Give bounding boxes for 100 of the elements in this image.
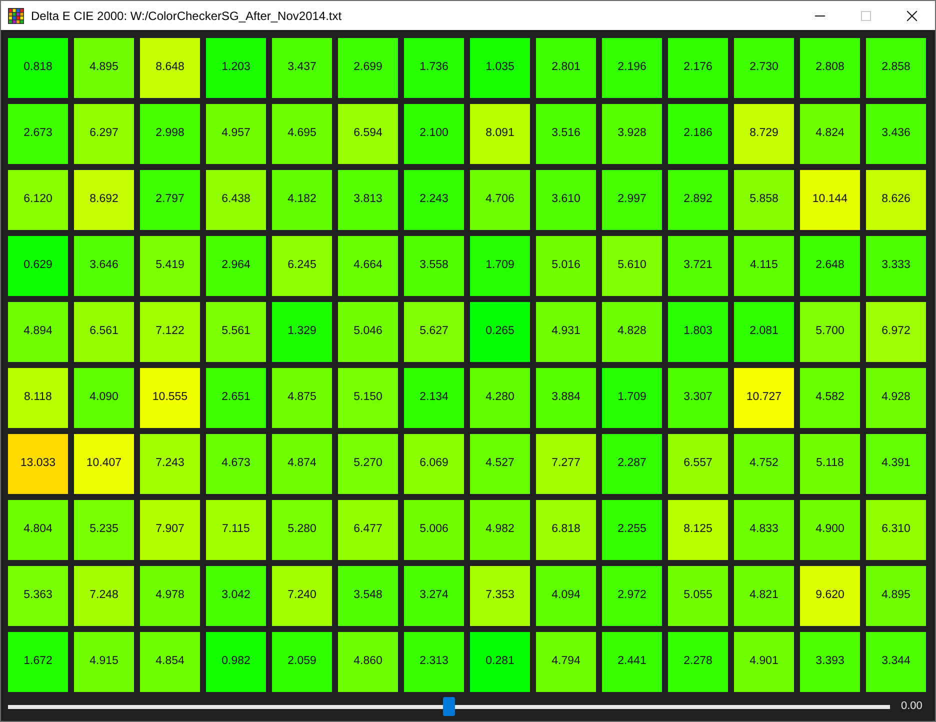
color-patch: 8.125 bbox=[668, 500, 728, 560]
color-patch: 4.978 bbox=[140, 566, 200, 626]
color-patch: 4.928 bbox=[866, 368, 926, 428]
color-patch: 6.069 bbox=[404, 434, 464, 494]
color-patch: 5.046 bbox=[338, 302, 398, 362]
color-patch: 2.243 bbox=[404, 170, 464, 230]
color-patch: 4.115 bbox=[734, 236, 794, 296]
color-patch: 2.998 bbox=[140, 104, 200, 164]
color-patch: 1.736 bbox=[404, 38, 464, 98]
color-patch: 4.695 bbox=[272, 104, 332, 164]
color-patch: 4.901 bbox=[734, 632, 794, 692]
color-patch: 4.895 bbox=[866, 566, 926, 626]
color-patch: 0.982 bbox=[206, 632, 266, 692]
color-patch: 8.091 bbox=[470, 104, 530, 164]
color-patch: 5.858 bbox=[734, 170, 794, 230]
color-patch: 2.651 bbox=[206, 368, 266, 428]
color-patch: 2.801 bbox=[536, 38, 596, 98]
color-patch: 13.033 bbox=[8, 434, 68, 494]
color-patch: 2.134 bbox=[404, 368, 464, 428]
color-patch: 2.313 bbox=[404, 632, 464, 692]
color-patch: 4.582 bbox=[800, 368, 860, 428]
color-patch: 4.931 bbox=[536, 302, 596, 362]
color-patch: 3.928 bbox=[602, 104, 662, 164]
color-patch: 4.673 bbox=[206, 434, 266, 494]
color-patch: 6.972 bbox=[866, 302, 926, 362]
color-patch: 6.297 bbox=[74, 104, 134, 164]
color-patch: 9.620 bbox=[800, 566, 860, 626]
color-patch: 4.391 bbox=[866, 434, 926, 494]
color-patch: 5.419 bbox=[140, 236, 200, 296]
color-patch: 2.964 bbox=[206, 236, 266, 296]
color-patch: 4.090 bbox=[74, 368, 134, 428]
color-patch: 5.055 bbox=[668, 566, 728, 626]
color-patch: 7.240 bbox=[272, 566, 332, 626]
color-patch: 4.094 bbox=[536, 566, 596, 626]
color-patch: 8.692 bbox=[74, 170, 134, 230]
color-patch: 0.281 bbox=[470, 632, 530, 692]
color-patch: 4.894 bbox=[8, 302, 68, 362]
color-patch: 2.278 bbox=[668, 632, 728, 692]
color-patch: 7.122 bbox=[140, 302, 200, 362]
color-patch: 2.186 bbox=[668, 104, 728, 164]
color-patch: 2.255 bbox=[602, 500, 662, 560]
color-patch: 2.441 bbox=[602, 632, 662, 692]
color-patch: 4.664 bbox=[338, 236, 398, 296]
color-patch: 5.363 bbox=[8, 566, 68, 626]
color-patch: 7.115 bbox=[206, 500, 266, 560]
color-patch: 3.721 bbox=[668, 236, 728, 296]
color-patch: 3.548 bbox=[338, 566, 398, 626]
color-patch: 4.915 bbox=[74, 632, 134, 692]
color-patch: 0.629 bbox=[8, 236, 68, 296]
color-patch: 2.100 bbox=[404, 104, 464, 164]
color-patch: 6.561 bbox=[74, 302, 134, 362]
color-patch: 1.035 bbox=[470, 38, 530, 98]
color-patch: 4.280 bbox=[470, 368, 530, 428]
color-patch: 6.245 bbox=[272, 236, 332, 296]
color-patch: 4.875 bbox=[272, 368, 332, 428]
color-patch: 10.407 bbox=[74, 434, 134, 494]
color-patch: 7.353 bbox=[470, 566, 530, 626]
color-patch: 2.858 bbox=[866, 38, 926, 98]
color-patch: 1.203 bbox=[206, 38, 266, 98]
color-patch: 1.709 bbox=[602, 368, 662, 428]
color-patch: 3.516 bbox=[536, 104, 596, 164]
color-patch: 2.730 bbox=[734, 38, 794, 98]
color-patch: 5.627 bbox=[404, 302, 464, 362]
color-patch: 0.818 bbox=[8, 38, 68, 98]
color-patch: 2.176 bbox=[668, 38, 728, 98]
color-patch: 7.248 bbox=[74, 566, 134, 626]
color-patch: 10.555 bbox=[140, 368, 200, 428]
color-patch: 1.709 bbox=[470, 236, 530, 296]
color-patch: 4.824 bbox=[800, 104, 860, 164]
color-patch: 2.972 bbox=[602, 566, 662, 626]
color-patch: 3.344 bbox=[866, 632, 926, 692]
color-patch: 0.265 bbox=[470, 302, 530, 362]
color-patch: 4.900 bbox=[800, 500, 860, 560]
color-patch: 8.118 bbox=[8, 368, 68, 428]
color-patch: 10.727 bbox=[734, 368, 794, 428]
color-patch: 5.150 bbox=[338, 368, 398, 428]
color-patch: 1.803 bbox=[668, 302, 728, 362]
color-patch: 5.235 bbox=[74, 500, 134, 560]
color-patch: 3.393 bbox=[800, 632, 860, 692]
color-patch: 5.118 bbox=[800, 434, 860, 494]
color-patch: 4.804 bbox=[8, 500, 68, 560]
color-patch: 3.333 bbox=[866, 236, 926, 296]
color-patch: 6.310 bbox=[866, 500, 926, 560]
color-patch: 7.277 bbox=[536, 434, 596, 494]
color-patch: 1.329 bbox=[272, 302, 332, 362]
color-patch: 5.610 bbox=[602, 236, 662, 296]
color-patch: 1.672 bbox=[8, 632, 68, 692]
color-patch: 4.854 bbox=[140, 632, 200, 692]
color-patch: 6.818 bbox=[536, 500, 596, 560]
color-patch: 2.081 bbox=[734, 302, 794, 362]
color-patch: 4.706 bbox=[470, 170, 530, 230]
color-patch: 6.120 bbox=[8, 170, 68, 230]
color-patch: 6.557 bbox=[668, 434, 728, 494]
color-patch: 2.808 bbox=[800, 38, 860, 98]
color-patch: 8.729 bbox=[734, 104, 794, 164]
color-patch: 3.274 bbox=[404, 566, 464, 626]
slider-thumb[interactable] bbox=[443, 697, 455, 716]
slider-value: 0.00 bbox=[901, 699, 922, 714]
color-patch: 7.243 bbox=[140, 434, 200, 494]
color-patch: 2.648 bbox=[800, 236, 860, 296]
